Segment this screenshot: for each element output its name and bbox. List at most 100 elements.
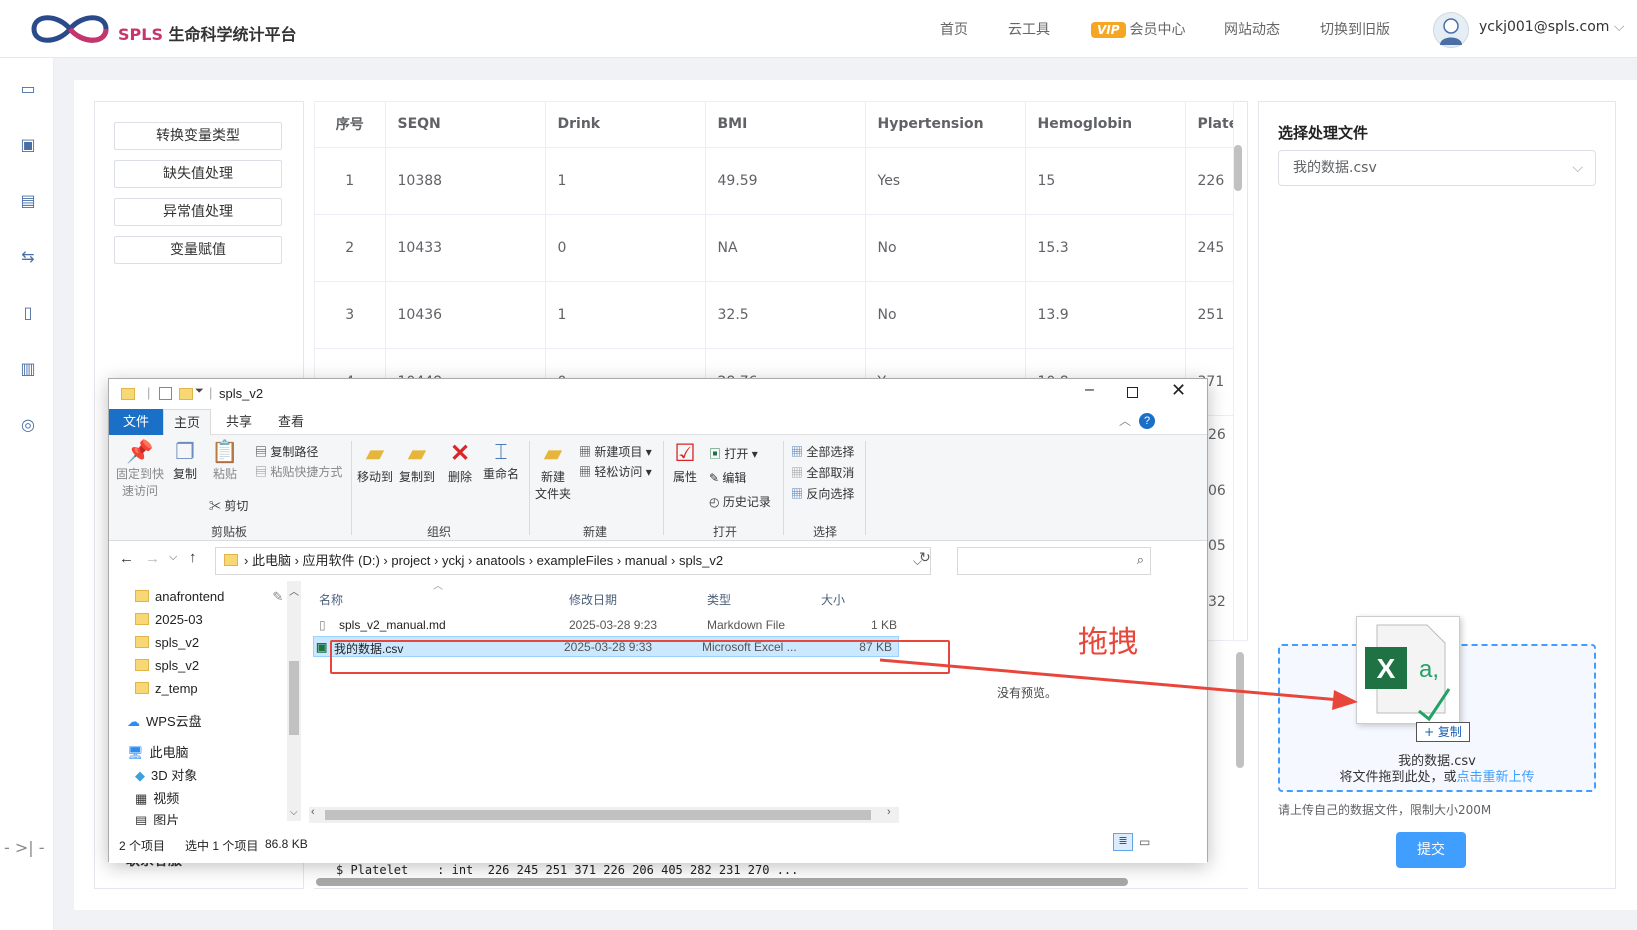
forward-arrow-icon[interactable]: → xyxy=(145,550,160,567)
open-button[interactable]: ▣ 打开 ▾ xyxy=(709,445,758,462)
copy-to-button[interactable]: ▰ 复制到 xyxy=(397,439,437,485)
details-view-icon[interactable]: ≣ xyxy=(1113,833,1133,851)
copy-path-button[interactable]: ▤ 复制路径 xyxy=(255,443,318,460)
close-icon[interactable]: ✕ xyxy=(1171,380,1186,401)
col-header[interactable]: BMI xyxy=(705,102,866,148)
help-icon[interactable]: ? xyxy=(1139,413,1155,429)
tab-view[interactable]: 查看 xyxy=(267,409,315,435)
new-item-button[interactable]: ▦ 新建项目 ▾ xyxy=(579,443,652,460)
search-input[interactable]: ⌕ xyxy=(957,547,1151,575)
nav-item-z-temp[interactable]: z_temp xyxy=(135,681,198,696)
breadcrumb-item[interactable]: 此电脑 xyxy=(252,553,291,568)
column-modified[interactable]: 修改日期 xyxy=(569,591,617,608)
select-none-button[interactable]: ▦ 全部取消 xyxy=(791,464,854,481)
column-size[interactable]: 大小 xyxy=(821,591,845,608)
invert-selection-button[interactable]: ▦ 反向选择 xyxy=(791,485,854,502)
nav-item-videos[interactable]: ▦ 视频 xyxy=(135,788,179,807)
reupload-link[interactable]: 点击重新上传 xyxy=(1457,770,1535,785)
nav-item-spls-v2[interactable]: spls_v2 xyxy=(135,635,199,650)
up-arrow-icon[interactable]: ↑ xyxy=(189,549,197,566)
tab-home[interactable]: 主页 xyxy=(163,409,211,435)
nav-scrollbar-thumb[interactable] xyxy=(289,661,299,735)
col-header[interactable]: Drink xyxy=(545,102,706,148)
chat-icon[interactable]: ◎ xyxy=(18,416,38,434)
convert-variable-type-button[interactable]: 转换变量类型 xyxy=(114,122,282,150)
history-button[interactable]: ◴ 历史记录 xyxy=(709,493,771,510)
col-header[interactable]: Hypertension xyxy=(865,102,1026,148)
column-name[interactable]: 名称 xyxy=(319,591,343,608)
exchange-icon[interactable]: ⇆ xyxy=(18,248,38,266)
toolbox-icon[interactable]: ▤ xyxy=(18,192,38,210)
paste-shortcut-button[interactable]: ▤ 粘贴快捷方式 xyxy=(255,463,342,480)
tab-file[interactable]: 文件 xyxy=(109,409,163,435)
nav-item-spls-v2[interactable]: spls_v2 xyxy=(135,658,199,673)
outlier-button[interactable]: 异常值处理 xyxy=(114,198,282,226)
book-icon[interactable]: ▥ xyxy=(18,360,38,378)
back-arrow-icon[interactable]: ← xyxy=(119,550,134,567)
scroll-left-icon[interactable]: ‹ xyxy=(311,806,315,818)
console-scrollbar-thumb[interactable] xyxy=(1236,652,1244,768)
address-bar[interactable]: › 此电脑 › 应用软件 (D:) › project › yckj › ana… xyxy=(215,547,931,575)
breadcrumb-item[interactable]: yckj xyxy=(442,553,464,568)
briefcase-icon[interactable]: ▣ xyxy=(18,136,38,154)
paste-button[interactable]: 📋 粘贴 xyxy=(207,439,243,482)
collapse-ribbon-icon[interactable]: ︿ xyxy=(1119,412,1131,429)
rename-button[interactable]: ⌶ 重命名 xyxy=(481,439,521,482)
breadcrumb-item[interactable]: anatools xyxy=(476,553,525,568)
refresh-icon[interactable]: ↻ xyxy=(919,549,931,566)
breadcrumb-item[interactable]: spls_v2 xyxy=(679,553,723,568)
nav-item-pictures[interactable]: ▤ 图片 xyxy=(135,810,179,825)
missing-value-button[interactable]: 缺失值处理 xyxy=(114,160,282,188)
nav-site-news[interactable]: 网站动态 xyxy=(1224,19,1280,39)
column-type[interactable]: 类型 xyxy=(707,591,731,608)
nav-item-anafrontend[interactable]: anafrontend ✎ xyxy=(135,589,283,605)
console-hscrollbar-thumb[interactable] xyxy=(316,878,1128,886)
nav-cloud-tools[interactable]: 云工具 xyxy=(1008,19,1050,39)
col-header[interactable]: SEQN xyxy=(385,102,546,148)
breadcrumb-item[interactable]: exampleFiles xyxy=(537,553,614,568)
col-header[interactable]: 序号 xyxy=(315,102,386,148)
file-select[interactable]: 我的数据.csv ⌵ xyxy=(1278,150,1596,186)
col-header[interactable]: Platelet xyxy=(1185,102,1233,148)
tab-share[interactable]: 共享 xyxy=(215,409,263,435)
move-to-button[interactable]: ▰ 移动到 xyxy=(355,439,395,485)
nav-switch-old[interactable]: 切换到旧版 xyxy=(1320,19,1390,39)
recent-dropdown-icon[interactable]: ⌵ xyxy=(169,551,177,564)
select-all-button[interactable]: ▦ 全部选择 xyxy=(791,443,854,460)
nav-item-this-pc[interactable]: 🖥 此电脑 xyxy=(127,742,189,761)
pin-quick-access-button[interactable]: 📌 固定到快 速访问 xyxy=(115,439,165,499)
edit-button[interactable]: ✎ 编辑 xyxy=(709,469,746,486)
breadcrumb-item[interactable]: 应用软件 (D:) xyxy=(303,553,380,568)
scroll-up-icon[interactable]: ︿ xyxy=(289,583,299,598)
scroll-right-icon[interactable]: › xyxy=(887,806,891,818)
breadcrumb-item[interactable]: project xyxy=(391,553,430,568)
nav-item-3d-objects[interactable]: ◆ 3D 对象 xyxy=(135,765,197,784)
file-hscrollbar-thumb[interactable] xyxy=(325,810,871,820)
table-scrollbar-thumb[interactable] xyxy=(1234,145,1242,191)
properties-quick-icon[interactable] xyxy=(159,387,172,400)
new-folder-quick-icon[interactable] xyxy=(179,388,193,400)
breadcrumb-item[interactable]: manual xyxy=(625,553,668,568)
collapse-sidebar-icon[interactable]: - >| - xyxy=(4,838,45,857)
maximize-icon[interactable] xyxy=(1127,387,1138,398)
bookmark-icon[interactable]: ▯ xyxy=(18,304,38,322)
site-logo[interactable]: SPLS 生命科学统计平台 xyxy=(28,8,297,50)
easy-access-button[interactable]: ▦ 轻松访问 ▾ xyxy=(579,463,652,480)
new-folder-button[interactable]: ▰ 新建 文件夹 xyxy=(533,439,573,502)
copy-button[interactable]: ❐ 复制 xyxy=(167,439,203,482)
large-icons-view-icon[interactable]: ▭ xyxy=(1139,835,1150,849)
nav-item-wps-cloud[interactable]: ☁ WPS云盘 xyxy=(127,711,202,730)
nav-member-center[interactable]: VIP 会员中心 xyxy=(1091,19,1186,39)
folder-icon[interactable]: ▭ xyxy=(18,80,38,98)
nav-home[interactable]: 首页 xyxy=(940,19,968,39)
scroll-down-icon[interactable]: ⌵ xyxy=(290,807,298,818)
file-row-manual[interactable]: ▯ spls_v2_manual.md 2025-03-28 9:23 Mark… xyxy=(313,615,903,636)
minimize-icon[interactable]: – xyxy=(1085,381,1094,399)
nav-item-2025-03[interactable]: 2025-03 xyxy=(135,612,203,627)
cut-button[interactable]: ✂ 剪切 xyxy=(209,497,248,514)
delete-button[interactable]: ✕ 删除 xyxy=(445,439,475,485)
quick-access-dropdown-icon[interactable]: ⏷ xyxy=(195,385,204,398)
assign-variable-button[interactable]: 变量赋值 xyxy=(114,236,282,264)
user-menu[interactable]: yckj001@spls.com ⌵ xyxy=(1479,19,1625,35)
properties-button[interactable]: ☑ 属性 xyxy=(667,439,703,485)
